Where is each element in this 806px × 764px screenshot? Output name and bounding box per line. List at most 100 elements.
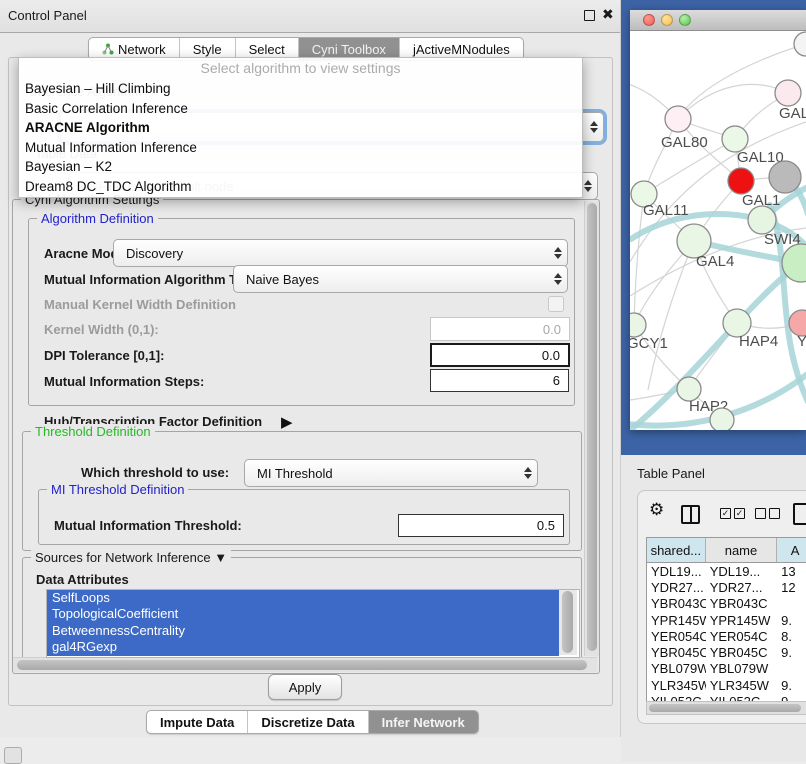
deselect-all-checkboxes-icon[interactable] (755, 508, 780, 519)
tab-label: Network (118, 42, 166, 57)
table-row[interactable]: YPR145WYPR145W9. (647, 612, 806, 628)
float-window-icon[interactable] (584, 10, 595, 21)
table-panel-body: ⚙ shared...nameAYDL19...YDL19...13YDR27.… (637, 490, 806, 724)
network-edge[interactable] (648, 241, 694, 390)
settings-vertical-scrollbar[interactable] (584, 201, 599, 656)
network-node[interactable] (769, 161, 801, 193)
attribute-list-item[interactable]: gal4RGexp (47, 639, 559, 655)
table-cell: YBR043C (706, 596, 777, 612)
table-cell: YBR045C (706, 644, 777, 660)
network-canvas[interactable]: GALGAL80GAL10GAL1GAL11SWI4GAL4GCY1HAP4YH… (630, 31, 806, 430)
mi-threshold-field[interactable]: 0.5 (398, 514, 564, 537)
table-cell: YLR345W (647, 677, 706, 693)
control-panel-titlebar: Control Panel ✖ (0, 0, 620, 33)
group-title: Algorithm Definition (37, 211, 158, 226)
node-label: GAL4 (696, 253, 734, 270)
collapsed-panel-button[interactable] (4, 747, 22, 764)
node-label: GAL11 (643, 202, 689, 219)
table-row[interactable]: YER054CYER054C8. (647, 628, 806, 644)
network-window-titlebar[interactable] (630, 10, 806, 31)
node-table[interactable]: shared...nameAYDL19...YDL19...13YDR27...… (646, 537, 806, 715)
network-node[interactable] (665, 106, 691, 132)
table-horizontal-scrollbar[interactable] (646, 701, 806, 715)
column-header[interactable]: A (777, 538, 806, 562)
manual-kernel-width-checkbox[interactable] (548, 296, 564, 312)
table-cell: 13 (777, 563, 806, 579)
close-icon[interactable]: ✖ (602, 6, 614, 23)
table-cell: 9. (777, 677, 806, 693)
table-cell: YBL079W (647, 661, 706, 677)
zoom-traffic-light-icon[interactable] (679, 14, 691, 26)
tab-discretize-data[interactable]: Discretize Data (248, 711, 368, 733)
select-all-checkboxes-icon[interactable] (720, 508, 745, 519)
settings-horizontal-scrollbar[interactable] (13, 657, 597, 672)
node-label: HAP4 (739, 333, 778, 350)
tab-impute-data[interactable]: Impute Data (147, 711, 248, 733)
table-row[interactable]: YBR043CYBR043C (647, 596, 806, 612)
collapse-down-icon[interactable]: ▼ (214, 550, 227, 565)
gear-icon[interactable]: ⚙ (649, 501, 664, 518)
document-icon[interactable] (793, 503, 806, 525)
popup-item-list: Bayesian – Hill ClimbingBasic Correlatio… (19, 79, 582, 196)
node-label: GAL80 (661, 134, 708, 151)
algorithm-popup-item[interactable]: Bayesian – K2 (19, 157, 582, 177)
table-cell: YDR27... (706, 579, 777, 595)
network-node[interactable] (748, 206, 776, 234)
close-traffic-light-icon[interactable] (643, 14, 655, 26)
algorithm-popup-item[interactable]: ARACNE Algorithm (19, 118, 582, 138)
mi-steps-label: Mutual Information Steps: (44, 374, 204, 389)
table-cell: YDL19... (706, 563, 777, 579)
kernel-width-field[interactable]: 0.0 (430, 317, 570, 341)
minimize-traffic-light-icon[interactable] (661, 14, 673, 26)
apply-button[interactable]: Apply (268, 674, 342, 700)
table-row[interactable]: YBL079WYBL079W (647, 661, 806, 677)
table-cell: YER054C (647, 628, 706, 644)
table-row[interactable]: YDL19...YDL19...13 (647, 563, 806, 579)
table-cell: 12 (777, 579, 806, 595)
algorithm-popup-item[interactable]: Bayesian – Hill Climbing (19, 79, 582, 99)
table-cell: 9. (777, 644, 806, 660)
table-cell: 8. (777, 628, 806, 644)
attribute-list-item[interactable]: BetweennessCentrality (47, 623, 559, 639)
network-node[interactable] (728, 168, 754, 194)
network-node[interactable] (775, 80, 801, 106)
stepper-arrows-icon (585, 121, 603, 133)
algorithm-popup-item[interactable]: Mutual Information Inference (19, 138, 582, 158)
column-header[interactable]: shared... (647, 538, 706, 562)
table-row[interactable]: YLR345WYLR345W9. (647, 677, 806, 693)
stepper-arrows-icon (549, 247, 567, 259)
table-cell: 9. (777, 612, 806, 628)
network-node[interactable] (710, 408, 734, 430)
popup-prompt: Select algorithm to view settings (19, 58, 582, 79)
aracne-mode-combobox[interactable]: Discovery (113, 239, 568, 267)
attribute-list-item[interactable]: SelfLoops (47, 590, 559, 606)
attributes-list-scrollbar[interactable] (559, 590, 577, 655)
bottom-tabs: Impute Data Discretize Data Infer Networ… (146, 710, 479, 734)
network-node[interactable] (794, 32, 806, 56)
network-node[interactable] (630, 313, 646, 337)
node-label: GAL (779, 105, 806, 122)
table-row[interactable]: YBR045CYBR045C9. (647, 644, 806, 660)
stepper-arrows-icon (519, 467, 537, 479)
which-threshold-combobox[interactable]: MI Threshold (244, 459, 538, 487)
attribute-list-item[interactable]: TopologicalCoefficient (47, 606, 559, 622)
algorithm-popup-item[interactable]: Basic Correlation Inference (19, 99, 582, 119)
control-panel-title: Control Panel (8, 8, 87, 23)
table-cell (777, 596, 806, 612)
column-header[interactable]: name (706, 538, 778, 562)
dpi-tolerance-field[interactable]: 0.0 (430, 343, 570, 367)
split-columns-icon[interactable] (681, 505, 700, 524)
expand-right-icon[interactable]: ▶ (281, 413, 293, 431)
mi-steps-field[interactable]: 6 (430, 369, 569, 392)
table-cell: YLR345W (706, 677, 777, 693)
algorithm-popup-item[interactable]: Dream8 DC_TDC Algorithm (19, 177, 582, 197)
node-label: GCY1 (630, 335, 668, 352)
table-cell: YBL079W (706, 661, 777, 677)
control-panel: Control Panel ✖ Network Style Select Cyn… (0, 0, 621, 737)
node-label: Y (797, 333, 806, 350)
network-edge[interactable] (678, 84, 788, 119)
mi-algorithm-type-combobox[interactable]: Naive Bayes (233, 265, 568, 293)
tab-infer-network[interactable]: Infer Network (369, 711, 478, 733)
which-threshold-label: Which threshold to use: (81, 465, 229, 480)
table-row[interactable]: YDR27...YDR27...12 (647, 579, 806, 595)
